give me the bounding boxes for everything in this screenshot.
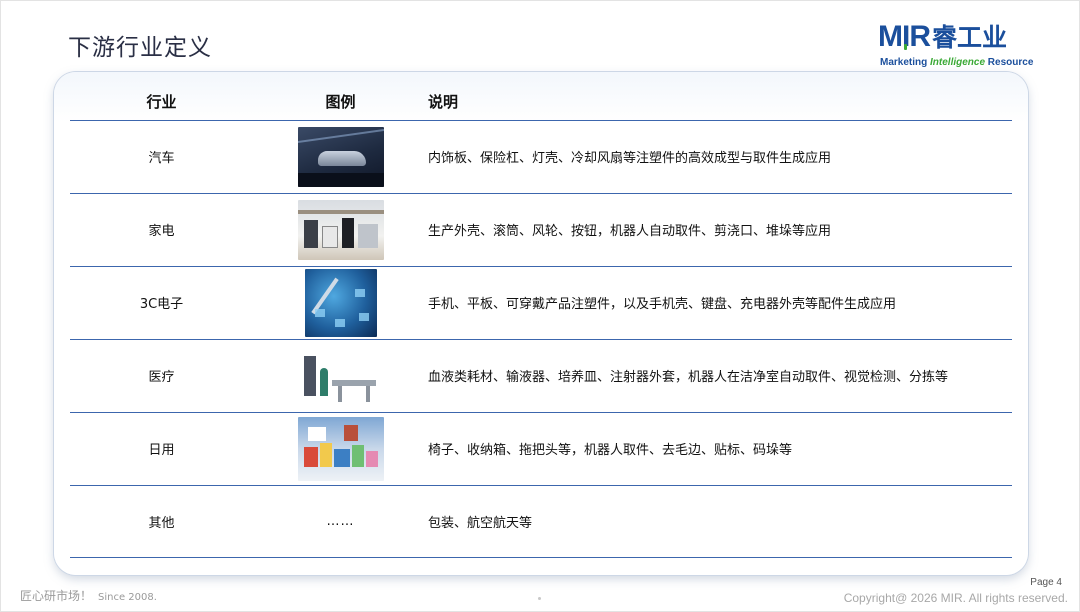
description-cell: 手机、平板、可穿戴产品注塑件，以及手机壳、键盘、充电器外壳等配件生成应用 <box>428 266 1012 340</box>
header-industry: 行业 <box>70 84 253 121</box>
page-number: Page 4 <box>1030 577 1062 588</box>
header-description: 说明 <box>428 84 1012 121</box>
mir-logo: MIR睿工业 Marketing Intelligence Resource <box>878 20 1033 72</box>
table-row: 家电 生产外壳、滚筒、风轮、按钮，机器人自动取件、剪浇口、堆垛等应用 <box>70 193 1012 267</box>
table-row: 其他 …… 包装、航空航天等 <box>70 485 1012 558</box>
footer-slogan: 匠心研市场！ Since 2008. <box>20 589 157 603</box>
table-row: 日用 椅子、收纳箱、拖把头等，机器人取件、去毛边、贴标、码垛等 <box>70 412 1012 486</box>
logo-cn: 睿工业 <box>932 23 1008 52</box>
footer-since: Since 2008. <box>98 592 157 603</box>
table-header-row: 行业 图例 说明 <box>70 84 1012 121</box>
image-placeholder: …… <box>253 485 428 558</box>
center-dot <box>538 597 541 600</box>
car-image <box>297 126 384 187</box>
page-title: 下游行业定义 <box>68 35 212 61</box>
table-row: 医疗 血液类耗材、输液器、培养皿、注射器外套，机器人在洁净室自动取件、视觉检测、… <box>70 339 1012 413</box>
description-cell: 血液类耗材、输液器、培养皿、注射器外套，机器人在洁净室自动取件、视觉检测、分拣等 <box>428 339 1012 413</box>
industry-cell: 家电 <box>70 193 253 267</box>
electronics-image <box>304 268 377 337</box>
industry-cell: 医疗 <box>70 339 253 413</box>
logo-tagline: Marketing Intelligence Resource <box>880 57 1034 68</box>
description-cell: 内饰板、保险杠、灯壳、冷却风扇等注塑件的高效成型与取件生成应用 <box>428 120 1012 194</box>
medical-image <box>297 349 384 402</box>
logo-brand: MIR <box>878 20 931 53</box>
table-row: 汽车 内饰板、保险杠、灯壳、冷却风扇等注塑件的高效成型与取件生成应用 <box>70 120 1012 194</box>
industry-cell: 其他 <box>70 485 253 558</box>
industry-table: 行业 图例 说明 汽车 内饰板、保险杠、灯壳、冷却风扇等注塑件的高效成型与取件生… <box>70 84 1012 558</box>
header-image: 图例 <box>253 84 428 121</box>
description-cell: 包装、航空航天等 <box>428 485 1012 558</box>
description-cell: 椅子、收纳箱、拖把头等，机器人取件、去毛边、贴标、码垛等 <box>428 412 1012 486</box>
industry-cell: 日用 <box>70 412 253 486</box>
table-row: 3C电子 手机、平板、可穿戴产品注塑件，以及手机壳、键盘、充电器外壳等配件生成应… <box>70 266 1012 340</box>
industry-cell: 3C电子 <box>70 266 253 340</box>
daily-goods-image <box>297 416 384 481</box>
copyright: Copyright@ 2026 MIR. All rights reserved… <box>843 591 1068 605</box>
industry-cell: 汽车 <box>70 120 253 194</box>
description-cell: 生产外壳、滚筒、风轮、按钮，机器人自动取件、剪浇口、堆垛等应用 <box>428 193 1012 267</box>
content-card: 行业 图例 说明 汽车 内饰板、保险杠、灯壳、冷却风扇等注塑件的高效成型与取件生… <box>54 72 1028 575</box>
appliance-image <box>297 199 384 260</box>
